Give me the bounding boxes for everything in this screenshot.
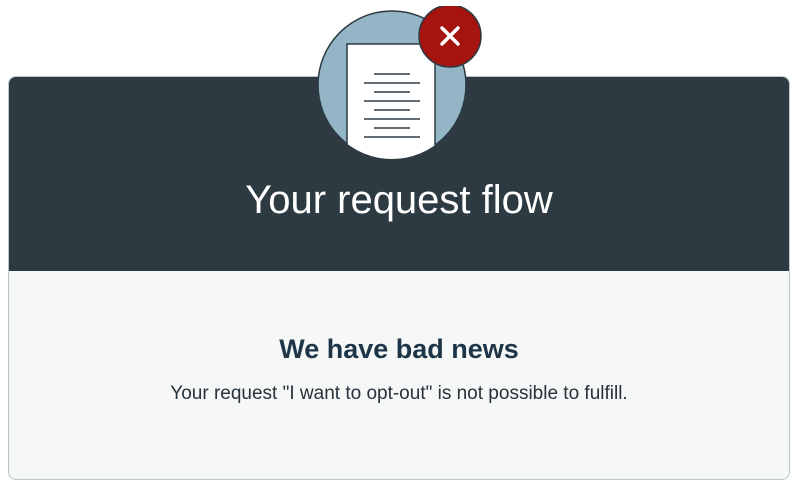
error-badge-icon	[418, 6, 482, 68]
result-message: Your request "I want to opt-out" is not …	[170, 383, 628, 404]
result-heading: We have bad news	[279, 334, 519, 364]
document-sheet-icon	[346, 43, 436, 159]
document-error-icon	[317, 6, 482, 160]
card-body: We have bad news Your request "I want to…	[9, 271, 789, 479]
page-title: Your request flow	[245, 178, 553, 222]
